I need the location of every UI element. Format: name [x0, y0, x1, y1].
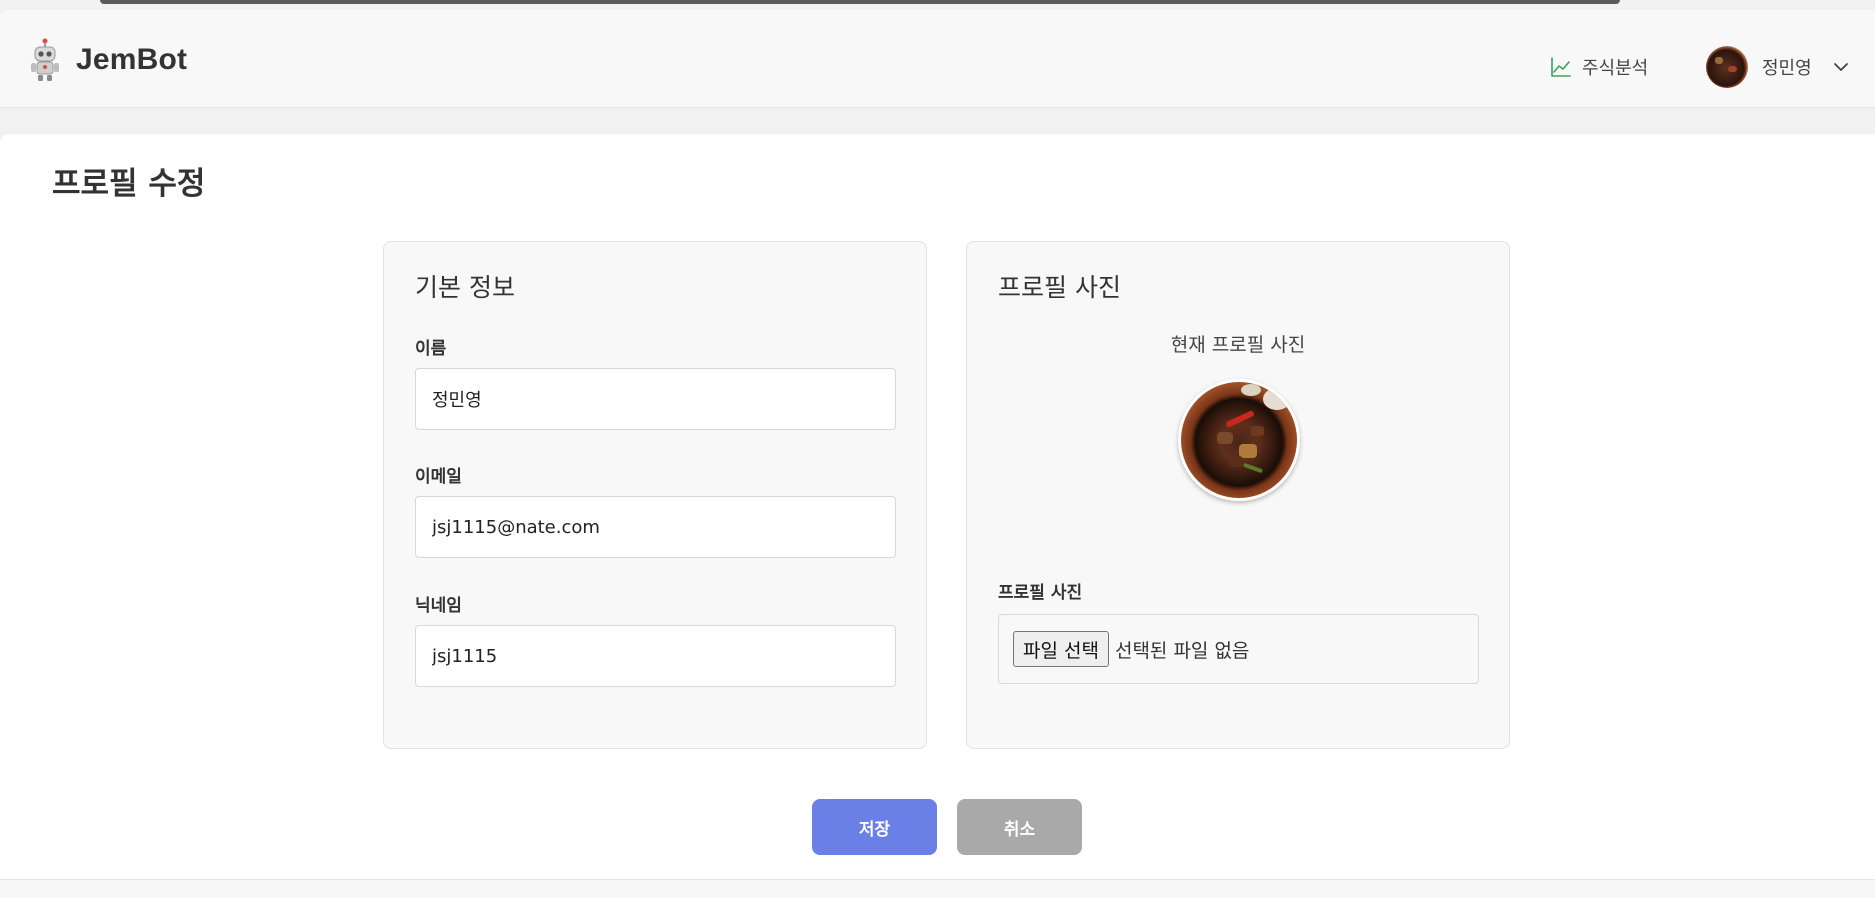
cancel-button[interactable]: 취소 — [957, 799, 1082, 855]
browser-tab-bar — [100, 0, 1620, 4]
bottom-strip — [0, 880, 1875, 898]
email-label: 이메일 — [415, 467, 462, 487]
choose-file-button[interactable]: 파일 선택 — [1013, 631, 1109, 667]
app-header: JemBot 주식분석 정민영 — [0, 10, 1875, 108]
basic-info-heading: 기본 정보 — [415, 273, 515, 302]
profile-photo-upload-label: 프로필 사진 — [998, 583, 1083, 603]
name-field[interactable] — [415, 368, 896, 430]
file-input[interactable]: 파일 선택 선택된 파일 없음 — [998, 614, 1479, 684]
main-content: 프로필 수정 기본 정보 이름 이메일 닉네임 프로필 사진 현재 프로필 사진… — [0, 134, 1875, 880]
brand-name: JemBot — [76, 43, 188, 76]
profile-photo-image — [1181, 382, 1297, 498]
chevron-down-icon — [1833, 63, 1848, 71]
user-menu[interactable]: 정민영 — [1706, 46, 1850, 88]
user-name: 정민영 — [1762, 58, 1812, 79]
nickname-label: 닉네임 — [415, 596, 462, 616]
browser-top-strip — [0, 0, 1875, 10]
current-profile-photo — [1178, 379, 1300, 501]
name-label: 이름 — [415, 339, 447, 359]
profile-photo-panel: 프로필 사진 현재 프로필 사진 프로필 사진 파일 선택 선택된 파일 없음 — [966, 241, 1510, 749]
file-status: 선택된 파일 없음 — [1114, 639, 1250, 662]
line-chart-icon — [1551, 57, 1571, 77]
robot-icon — [31, 38, 59, 81]
basic-info-panel: 기본 정보 이름 이메일 닉네임 — [383, 241, 927, 749]
avatar — [1706, 46, 1748, 88]
nav-stock-label: 주식분석 — [1582, 58, 1649, 79]
profile-photo-heading: 프로필 사진 — [998, 273, 1121, 302]
email-field[interactable] — [415, 496, 896, 558]
brand[interactable]: JemBot — [28, 38, 187, 82]
save-button[interactable]: 저장 — [812, 799, 937, 855]
current-photo-label: 현재 프로필 사진 — [1170, 334, 1306, 356]
nav-stock-analysis[interactable]: 주식분석 — [1550, 54, 1648, 80]
nickname-field[interactable] — [415, 625, 896, 687]
page-title: 프로필 수정 — [52, 166, 206, 202]
